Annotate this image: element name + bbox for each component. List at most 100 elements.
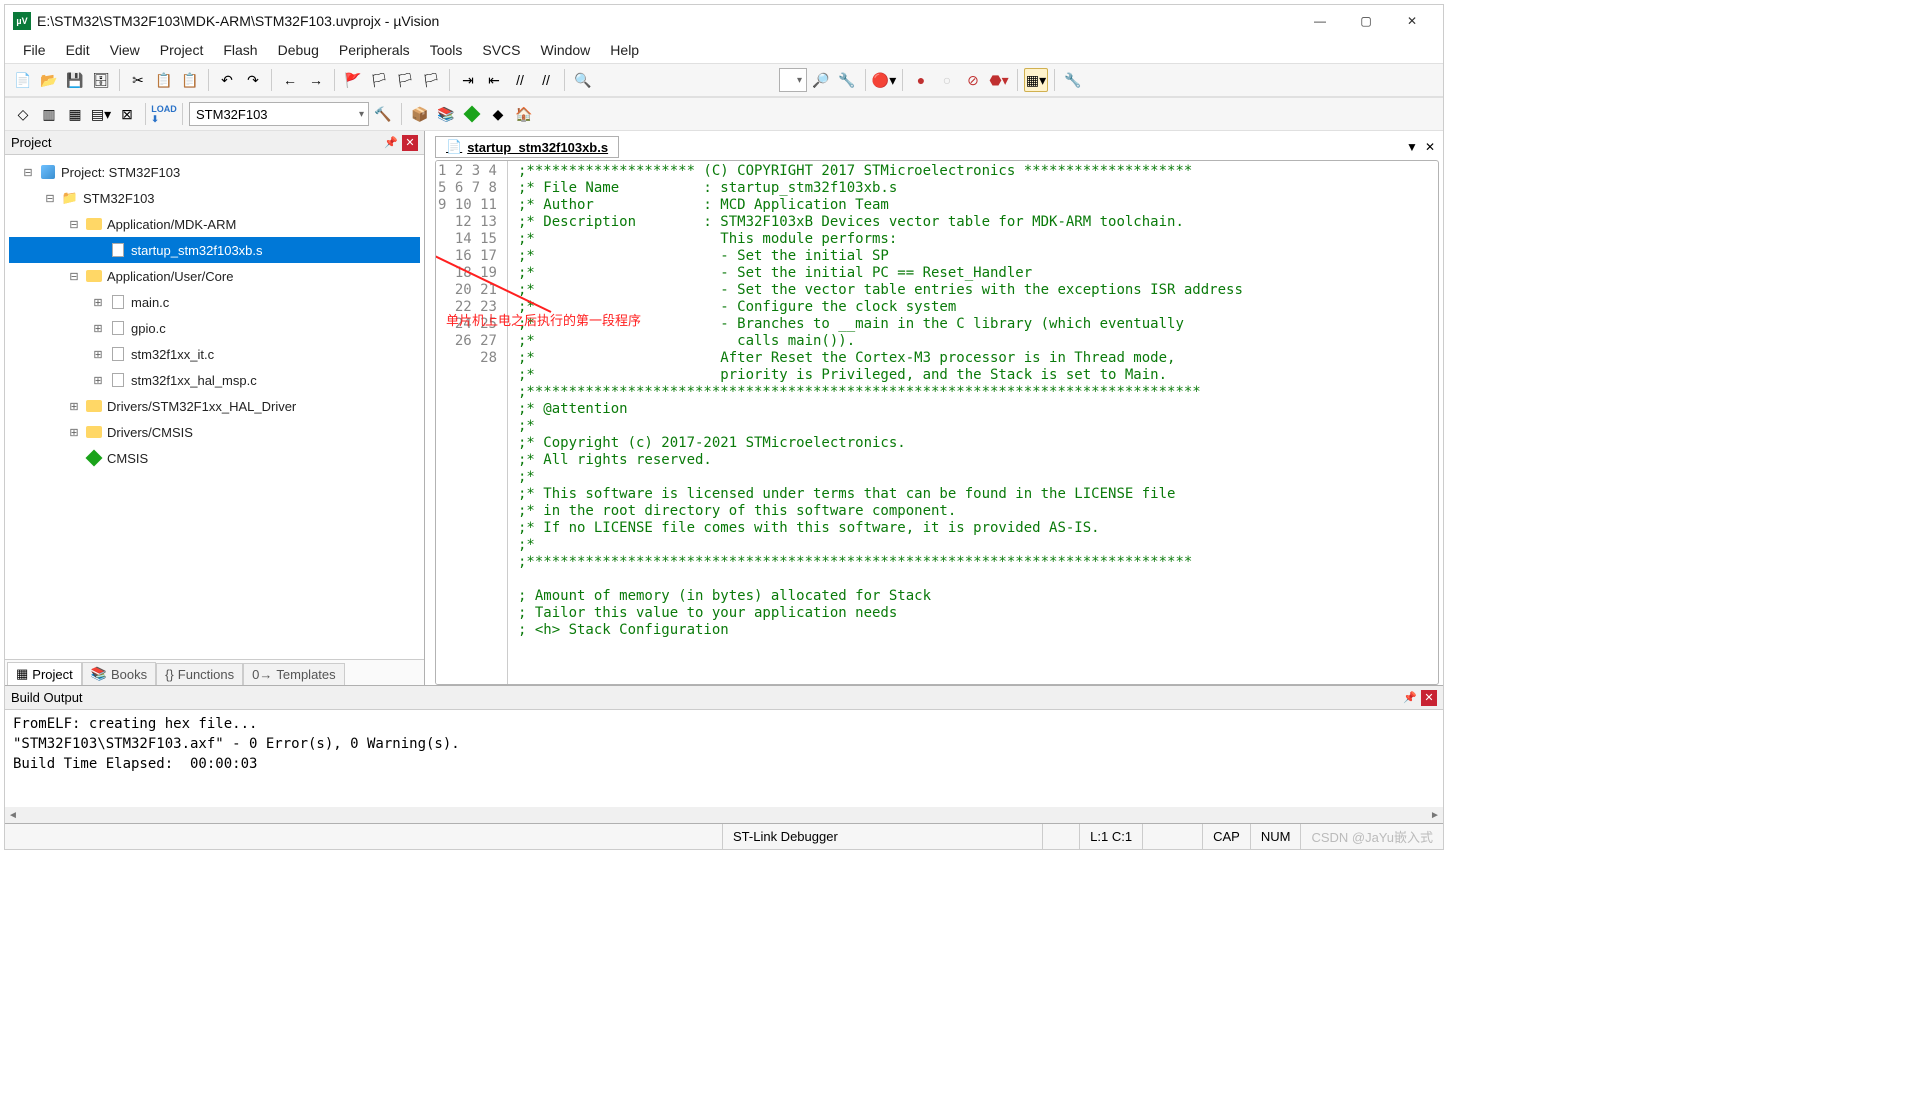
title-bar: µV E:\STM32\STM32F103\MDK-ARM\STM32F103.… (5, 5, 1443, 37)
pack-installer-icon[interactable] (460, 102, 484, 126)
manage-multi-icon[interactable]: 🏠 (512, 102, 536, 126)
status-num: NUM (1251, 824, 1302, 849)
menu-flash[interactable]: Flash (213, 39, 267, 61)
stop-build-icon[interactable]: ⊠ (115, 102, 139, 126)
minimize-button[interactable]: — (1297, 7, 1343, 35)
nav-fwd-icon[interactable]: → (304, 68, 328, 92)
save-all-icon[interactable]: 🗄 (89, 68, 113, 92)
save-icon[interactable]: 💾 (63, 68, 87, 92)
download-icon[interactable]: LOAD⬇ (152, 102, 176, 126)
menu-file[interactable]: File (13, 39, 56, 61)
maximize-button[interactable]: ▢ (1343, 7, 1389, 35)
bp-kill-icon[interactable]: ⬣▾ (987, 68, 1011, 92)
project-bottom-tabs: ▦ Project 📚Books {} Functions 0→Template… (5, 659, 424, 685)
menu-debug[interactable]: Debug (268, 39, 329, 61)
open-file-icon[interactable]: 📂 (37, 68, 61, 92)
menu-view[interactable]: View (100, 39, 150, 61)
menu-svcs[interactable]: SVCS (472, 39, 530, 61)
undo-icon[interactable]: ↶ (215, 68, 239, 92)
nav-back-icon[interactable]: ← (278, 68, 302, 92)
redo-icon[interactable]: ↷ (241, 68, 265, 92)
menu-bar: File Edit View Project Flash Debug Perip… (5, 37, 1443, 63)
uncomment-icon[interactable]: // (534, 68, 558, 92)
status-cap: CAP (1203, 824, 1251, 849)
editor-tab[interactable]: 📄 startup_stm32f103xb.s (435, 136, 619, 158)
code-body[interactable]: ;******************** (C) COPYRIGHT 2017… (508, 161, 1438, 684)
tree-group-usercore[interactable]: ⊟Application/User/Core (9, 263, 420, 289)
debug-icon[interactable]: 🔧 (835, 68, 859, 92)
project-pane-title: Project 📌 ✕ (5, 131, 424, 155)
batch-build-icon[interactable]: ▤▾ (89, 102, 113, 126)
tree-file-startup[interactable]: startup_stm32f103xb.s (9, 237, 420, 263)
status-bar: ST-Link Debugger L:1 C:1 CAP NUM CSDN @J… (5, 823, 1443, 849)
target-combo[interactable]: STM32F103 (189, 102, 369, 126)
watermark: CSDN @JaYu嵌入式 (1301, 824, 1443, 849)
build-scrollbar[interactable]: ◄► (5, 807, 1443, 823)
find-icon[interactable]: 🔍 (571, 68, 595, 92)
pin-icon[interactable]: 📌 (1402, 690, 1418, 706)
target-options-icon[interactable]: 🔨 (371, 102, 395, 126)
tree-group-haldriver[interactable]: ⊞Drivers/STM32F1xx_HAL_Driver (9, 393, 420, 419)
close-button[interactable]: ✕ (1389, 7, 1435, 35)
editor-dropdown-icon[interactable]: ▼ (1403, 140, 1421, 154)
comment-icon[interactable]: // (508, 68, 532, 92)
close-pane-icon[interactable]: ✕ (1421, 690, 1437, 706)
find-combo[interactable] (779, 68, 807, 92)
code-editor[interactable]: 1 2 3 4 5 6 7 8 9 10 11 12 13 14 15 16 1… (435, 160, 1439, 685)
editor-pane: 📄 startup_stm32f103xb.s ▼ ✕ 1 2 3 4 5 6 … (425, 131, 1443, 685)
manage-rte-icon[interactable]: 📦 (408, 102, 432, 126)
close-pane-icon[interactable]: ✕ (402, 135, 418, 151)
editor-close-icon[interactable]: ✕ (1421, 140, 1439, 154)
app-icon: µV (13, 12, 31, 30)
configure-icon[interactable]: 🔧 (1061, 68, 1085, 92)
tree-root[interactable]: ⊟Project: STM32F103 (9, 159, 420, 185)
tab-templates[interactable]: 0→Templates (243, 663, 344, 685)
tree-group-cmsis[interactable]: ⊞Drivers/CMSIS (9, 419, 420, 445)
cut-icon[interactable]: ✂ (126, 68, 150, 92)
outdent-icon[interactable]: ⇤ (482, 68, 506, 92)
translate-icon[interactable]: ◇ (11, 102, 35, 126)
tab-functions[interactable]: {} Functions (156, 663, 243, 685)
tree-file-halmsp[interactable]: ⊞stm32f1xx_hal_msp.c (9, 367, 420, 393)
menu-peripherals[interactable]: Peripherals (329, 39, 420, 61)
tree-group-mdkarm[interactable]: ⊟Application/MDK-ARM (9, 211, 420, 237)
tree-group-cmsis-pack[interactable]: CMSIS (9, 445, 420, 471)
bookmark-prev-icon[interactable]: 🏳 (367, 68, 391, 92)
build-output-pane: Build Output 📌 ✕ FromELF: creating hex f… (5, 685, 1443, 823)
paste-icon[interactable]: 📋 (178, 68, 202, 92)
indent-icon[interactable]: ⇥ (456, 68, 480, 92)
tree-file-gpio[interactable]: ⊞gpio.c (9, 315, 420, 341)
menu-window[interactable]: Window (531, 39, 601, 61)
tree-target[interactable]: ⊟📁STM32F103 (9, 185, 420, 211)
bp-disable-icon[interactable]: ⊘ (961, 68, 985, 92)
menu-project[interactable]: Project (150, 39, 214, 61)
project-pane: Project 📌 ✕ ⊟Project: STM32F103 ⊟📁STM32F… (5, 131, 425, 685)
manage-layers-icon[interactable]: ◆ (486, 102, 510, 126)
bp-insert-icon[interactable]: ● (909, 68, 933, 92)
select-packs-icon[interactable]: 📚 (434, 102, 458, 126)
window-title: E:\STM32\STM32F103\MDK-ARM\STM32F103.uvp… (37, 13, 1297, 29)
menu-edit[interactable]: Edit (56, 39, 100, 61)
new-file-icon[interactable]: 📄 (11, 68, 35, 92)
project-tree[interactable]: ⊟Project: STM32F103 ⊟📁STM32F103 ⊟Applica… (5, 155, 424, 659)
rebuild-icon[interactable]: ▦ (63, 102, 87, 126)
menu-tools[interactable]: Tools (420, 39, 473, 61)
build-output-body[interactable]: FromELF: creating hex file... "STM32F103… (5, 710, 1443, 807)
bookmark-clear-icon[interactable]: 🏳 (419, 68, 443, 92)
copy-icon[interactable]: 📋 (152, 68, 176, 92)
bp-enable-icon[interactable]: ○ (935, 68, 959, 92)
toolbar-main: 📄 📂 💾 🗄 ✂ 📋 📋 ↶ ↷ ← → 🚩 🏳 🏳 🏳 ⇥ ⇤ // // … (5, 63, 1443, 97)
tab-project[interactable]: ▦ Project (7, 662, 82, 685)
tree-file-main[interactable]: ⊞main.c (9, 289, 420, 315)
find-in-files-icon[interactable]: 🔎 (809, 68, 833, 92)
bookmark-next-icon[interactable]: 🏳 (393, 68, 417, 92)
build-icon[interactable]: ▥ (37, 102, 61, 126)
pin-icon[interactable]: 📌 (383, 135, 399, 151)
window-layout-icon[interactable]: ▦▾ (1024, 68, 1048, 92)
bookmark-icon[interactable]: 🚩 (341, 68, 365, 92)
menu-help[interactable]: Help (600, 39, 649, 61)
build-output-title: Build Output 📌 ✕ (5, 686, 1443, 710)
tab-books[interactable]: 📚Books (82, 662, 156, 685)
breakpoint-icon[interactable]: 🔴▾ (872, 68, 896, 92)
tree-file-it[interactable]: ⊞stm32f1xx_it.c (9, 341, 420, 367)
